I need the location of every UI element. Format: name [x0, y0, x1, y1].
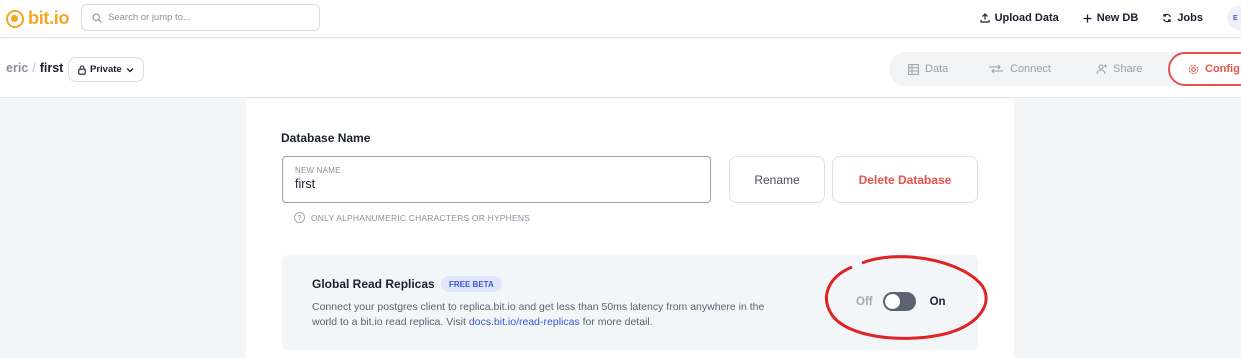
- breadcrumb-database[interactable]: first: [40, 61, 64, 75]
- database-name-field[interactable]: NEW NAME: [282, 156, 711, 203]
- read-replicas-toggle-group: Off On: [856, 292, 946, 311]
- database-name-heading: Database Name: [281, 131, 371, 145]
- new-name-label: NEW NAME: [295, 166, 341, 175]
- delete-database-button[interactable]: Delete Database: [832, 156, 978, 203]
- search-box[interactable]: [81, 4, 320, 31]
- share-person-icon: [1096, 64, 1107, 74]
- toggle-knob: [884, 294, 900, 309]
- tab-share[interactable]: Share: [1095, 52, 1142, 86]
- free-beta-badge: FREE BETA: [441, 276, 502, 292]
- tab-data[interactable]: Data: [908, 52, 948, 86]
- logo-mark-icon: [6, 9, 24, 28]
- read-replicas-docs-link[interactable]: docs.bit.io/read-replicas: [469, 316, 580, 328]
- new-db-label: New DB: [1096, 12, 1139, 24]
- rename-button[interactable]: Rename: [729, 156, 825, 203]
- new-db-button[interactable]: New DB: [1083, 12, 1139, 24]
- toggle-on-label: On: [929, 295, 946, 308]
- tab-config[interactable]: Config: [1168, 52, 1241, 86]
- gear-icon: [1188, 64, 1199, 74]
- name-hint-text: ONLY ALPHANUMERIC CHARACTERS OR HYPHENS: [311, 212, 531, 223]
- read-replicas-description: Connect your postgres client to replica.…: [312, 300, 782, 330]
- read-replicas-title: Global Read Replicas: [312, 277, 435, 291]
- user-avatar[interactable]: E: [1227, 6, 1241, 30]
- search-input[interactable]: [108, 12, 308, 23]
- breadcrumb-separator: /: [32, 61, 36, 75]
- privacy-label: Private: [90, 64, 122, 75]
- plus-icon: [1083, 14, 1092, 22]
- refresh-icon: [1163, 13, 1172, 23]
- privacy-dropdown[interactable]: Private: [68, 57, 144, 82]
- tab-connect-label: Connect: [1010, 63, 1051, 75]
- bitio-logo[interactable]: bit.io: [6, 8, 69, 29]
- read-replicas-toggle[interactable]: [882, 292, 916, 311]
- breadcrumb-owner[interactable]: eric: [6, 61, 28, 75]
- jobs-label: Jobs: [1177, 12, 1203, 24]
- upload-data-label: Upload Data: [994, 12, 1059, 24]
- lock-icon: [78, 64, 86, 75]
- help-circle-icon: ?: [294, 212, 305, 223]
- table-icon: [908, 63, 919, 75]
- upload-data-button[interactable]: Upload Data: [979, 12, 1059, 24]
- toggle-off-label: Off: [856, 295, 873, 308]
- name-hint: ? ONLY ALPHANUMERIC CHARACTERS OR HYPHEN…: [294, 212, 530, 223]
- connect-arrows-icon: [989, 64, 1003, 74]
- config-panel: Database Name NEW NAME ? ONLY ALPHANUMER…: [246, 99, 1014, 358]
- database-header: eric / first Private Data Connect Share …: [0, 39, 1241, 98]
- breadcrumb: eric / first: [6, 61, 63, 75]
- top-bar: bit.io Upload Data New DB Jobs: [0, 0, 1241, 38]
- tab-connect[interactable]: Connect: [988, 52, 1051, 86]
- read-replicas-panel: Global Read Replicas FREE BETA Connect y…: [282, 255, 978, 350]
- search-icon: [92, 12, 102, 23]
- chevron-down-icon: [126, 67, 134, 72]
- read-replicas-description-end: for more detail.: [579, 316, 653, 328]
- tab-data-label: Data: [925, 63, 949, 75]
- upload-icon: [979, 13, 990, 23]
- database-tabs: Data Connect Share Config: [889, 52, 1241, 86]
- logo-text: bit.io: [28, 8, 70, 28]
- tab-share-label: Share: [1113, 63, 1143, 75]
- top-actions: Upload Data New DB Jobs E: [979, 0, 1241, 36]
- tab-config-label: Config: [1205, 63, 1240, 75]
- database-name-input[interactable]: [295, 177, 695, 191]
- jobs-button[interactable]: Jobs: [1162, 12, 1203, 24]
